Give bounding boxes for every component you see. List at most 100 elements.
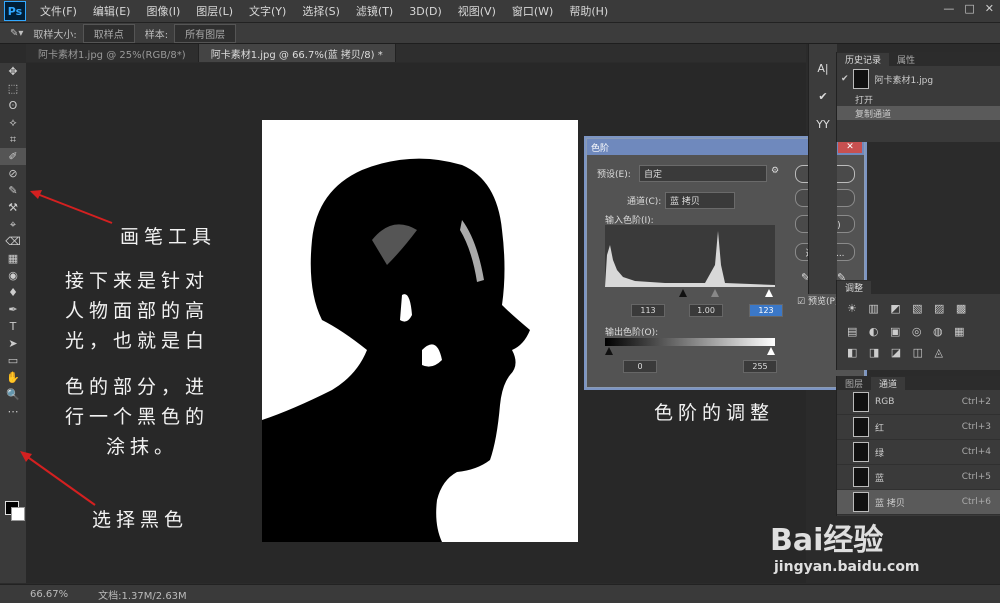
menu-3d[interactable]: 3D(D) xyxy=(401,5,450,18)
output-white-field[interactable]: 255 xyxy=(743,360,777,373)
stamp-tool-icon[interactable]: ⚒ xyxy=(0,199,26,216)
channel-thumbnail xyxy=(853,467,869,487)
background-color-swatch[interactable] xyxy=(11,507,25,521)
document-tabs: 阿卡素材1.jpg @ 25%(RGB/8*) 阿卡素材1.jpg @ 66.7… xyxy=(26,44,806,62)
character-panel-icon[interactable]: A| xyxy=(809,54,837,82)
eraser-tool-icon[interactable]: ⌫ xyxy=(0,233,26,250)
input-black-field[interactable]: 113 xyxy=(631,304,665,317)
annotation-levels-adjust: 色阶的调整 xyxy=(654,402,775,424)
input-gamma-field[interactable]: 1.00 xyxy=(689,304,723,317)
menu-edit[interactable]: 编辑(E) xyxy=(85,3,139,19)
menu-file[interactable]: 文件(F) xyxy=(32,3,85,19)
menu-image[interactable]: 图像(I) xyxy=(138,3,188,19)
baidu-watermark: Bai经验 jingyan.baidu.com xyxy=(770,515,920,575)
channel-shortcut: Ctrl+5 xyxy=(961,472,991,482)
channel-thumbnail xyxy=(853,392,869,412)
brush-tool-icon[interactable]: ✎ xyxy=(0,182,26,199)
tab-properties[interactable]: 属性 xyxy=(889,53,923,66)
minimize-button[interactable]: — xyxy=(943,2,954,15)
dodge-tool-icon[interactable]: ♦ xyxy=(0,284,26,301)
menu-help[interactable]: 帮助(H) xyxy=(561,3,616,19)
tab-channels[interactable]: 通道 xyxy=(871,376,906,390)
output-black-field[interactable]: 0 xyxy=(623,360,657,373)
lasso-tool-icon[interactable]: ʘ xyxy=(0,97,26,114)
sample-size-select[interactable]: 取样点 xyxy=(82,23,135,43)
history-item-open[interactable]: 打开 xyxy=(837,92,1000,106)
menu-type[interactable]: 文字(Y) xyxy=(241,3,294,19)
maximize-button[interactable]: □ xyxy=(964,2,974,15)
channel-row-green[interactable]: 绿 Ctrl+4 xyxy=(837,440,1000,465)
gradient-tool-icon[interactable]: ▦ xyxy=(0,250,26,267)
pen-tool-icon[interactable]: ✒ xyxy=(0,301,26,318)
paragraph-panel-icon[interactable]: ✔ xyxy=(809,82,837,110)
options-bar: ✎▾ 取样大小: 取样点 样本: 所有图层 xyxy=(0,23,1000,44)
move-tool-icon[interactable]: ✥ xyxy=(0,63,26,80)
tab-document-2[interactable]: 阿卡素材1.jpg @ 66.7%(蓝 拷贝/8) * xyxy=(198,44,396,62)
quick-select-tool-icon[interactable]: ⟡ xyxy=(0,114,26,131)
type-tool-icon[interactable]: T xyxy=(0,318,26,335)
hand-tool-icon[interactable]: ✋ xyxy=(0,369,26,386)
more-tools-icon[interactable]: ⋯ xyxy=(0,403,26,420)
window-controls: — □ ✕ xyxy=(943,2,994,15)
document-canvas[interactable] xyxy=(262,120,578,542)
output-slider[interactable] xyxy=(605,347,775,355)
preset-select[interactable]: 自定 xyxy=(639,165,767,182)
menu-bar: Ps 文件(F) 编辑(E) 图像(I) 图层(L) 文字(Y) 选择(S) 滤… xyxy=(0,0,1000,23)
glyphs-panel-icon[interactable]: YY xyxy=(809,110,837,138)
channel-name: 绿 xyxy=(875,448,885,459)
channel-shortcut: Ctrl+3 xyxy=(961,422,991,432)
tab-adjustments[interactable]: 调整 xyxy=(837,280,872,294)
channel-row-blue[interactable]: 蓝 Ctrl+5 xyxy=(837,465,1000,490)
preview-checkbox[interactable]: ☑ 预览(P) xyxy=(797,294,838,307)
menu-filter[interactable]: 滤镜(T) xyxy=(348,3,401,19)
channel-row-rgb[interactable]: RGB Ctrl+2 xyxy=(837,390,1000,415)
crop-tool-icon[interactable]: ⌗ xyxy=(0,131,26,148)
input-slider[interactable] xyxy=(605,289,775,297)
zoom-level[interactable]: 66.67% xyxy=(30,589,68,600)
tab-document-1[interactable]: 阿卡素材1.jpg @ 25%(RGB/8*) xyxy=(26,44,199,62)
tab-layers[interactable]: 图层 xyxy=(837,377,871,390)
shape-tool-icon[interactable]: ▭ xyxy=(0,352,26,369)
channel-name: 蓝 xyxy=(875,473,885,484)
eyedropper-icon[interactable]: ✎▾ xyxy=(10,28,23,39)
channel-row-red[interactable]: 红 Ctrl+3 xyxy=(837,415,1000,440)
channel-select[interactable]: 蓝 拷贝 xyxy=(665,192,735,209)
adjustment-icons-row-3[interactable]: ◧ ◨ ◪ ◫ ◬ xyxy=(837,340,1000,365)
history-brush-tool-icon[interactable]: ⌖ xyxy=(0,216,26,233)
adjustments-panel: 调整 ☀ ▥ ◩ ▧ ▨ ▩ ▤ ◐ ▣ ◎ ◍ ▦ ◧ ◨ ◪ ◫ ◬ xyxy=(836,280,1000,370)
close-window-button[interactable]: ✕ xyxy=(985,2,994,15)
output-levels-label: 输出色阶(O): xyxy=(605,328,659,338)
channel-shortcut: Ctrl+6 xyxy=(961,497,991,507)
input-white-field[interactable]: 123 xyxy=(749,304,783,317)
annotation-line-1: 接下来是针对 xyxy=(65,270,210,292)
history-snapshot[interactable]: ✔ 阿卡素材1.jpg xyxy=(837,66,1000,92)
watermark-url: jingyan.baidu.com xyxy=(774,559,920,575)
right-icon-strip: A| ✔ YY xyxy=(808,44,837,294)
levels-dialog-title: 色阶 xyxy=(591,143,610,154)
menu-window[interactable]: 窗口(W) xyxy=(504,3,561,19)
history-item-label: 复制通道 xyxy=(855,109,892,120)
output-gradient-bar xyxy=(605,338,775,346)
history-item-duplicate-channel[interactable]: 复制通道 xyxy=(837,106,1000,120)
annotation-line-3: 光，也就是白 xyxy=(65,330,210,352)
path-select-tool-icon[interactable]: ➤ xyxy=(0,335,26,352)
preset-options-icon[interactable]: ⚙ xyxy=(771,166,779,176)
channel-label: 通道(C): xyxy=(627,197,662,207)
eyedropper-tool-icon[interactable]: ✐ xyxy=(0,148,26,165)
channel-row-blue-copy[interactable]: 蓝 拷贝 Ctrl+6 xyxy=(837,490,1000,515)
menu-view[interactable]: 视图(V) xyxy=(450,3,504,19)
adjustment-icons-row-1[interactable]: ☀ ▥ ◩ ▧ ▨ ▩ xyxy=(837,294,1000,323)
menu-select[interactable]: 选择(S) xyxy=(294,3,348,19)
sample-select[interactable]: 所有图层 xyxy=(174,23,237,43)
preset-label: 预设(E): xyxy=(597,170,631,180)
menu-layer[interactable]: 图层(L) xyxy=(188,3,241,19)
tab-history[interactable]: 历史记录 xyxy=(837,52,890,66)
preview-label: 预览(P) xyxy=(807,297,839,307)
zoom-tool-icon[interactable]: 🔍 xyxy=(0,386,26,403)
healing-tool-icon[interactable]: ⊘ xyxy=(0,165,26,182)
annotation-line-5: 行一个黑色的 xyxy=(65,406,210,428)
marquee-tool-icon[interactable]: ⬚ xyxy=(0,80,26,97)
blur-tool-icon[interactable]: ◉ xyxy=(0,267,26,284)
history-item-label: 打开 xyxy=(855,95,874,106)
adjustment-icons-row-2[interactable]: ▤ ◐ ▣ ◎ ◍ ▦ xyxy=(837,323,1000,340)
